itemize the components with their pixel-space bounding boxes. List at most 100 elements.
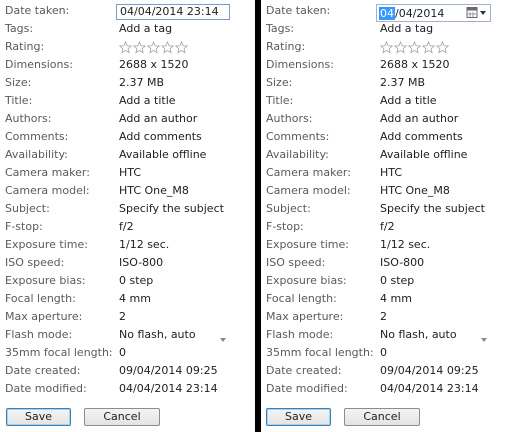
property-row-date-taken: Date taken: 04/04/2014	[261, 2, 515, 22]
comments-value[interactable]: Add comments	[119, 130, 202, 143]
property-row-camera-maker: Camera maker: HTC	[261, 164, 515, 182]
exposure-time-value: 1/12 sec.	[119, 238, 170, 251]
star-icon[interactable]	[379, 40, 394, 54]
star-icon[interactable]	[407, 40, 422, 54]
chevron-down-icon[interactable]	[480, 333, 488, 342]
property-row-flash-mode: Flash mode: No flash, auto	[261, 326, 515, 344]
property-label: Exposure bias:	[266, 274, 347, 287]
property-row-camera-maker: Camera maker: HTC	[0, 164, 255, 182]
date-taken-input[interactable]: 04/04/2014 23:14	[116, 4, 230, 20]
property-label: Availability:	[266, 148, 329, 161]
property-label: Authors:	[5, 112, 52, 125]
property-label: Tags:	[266, 22, 295, 35]
f-stop-value: f/2	[119, 220, 134, 233]
date-created-value: 09/04/2014 09:25	[380, 364, 479, 377]
property-row-focal-length: Focal length: 4 mm	[261, 290, 515, 308]
property-label: Tags:	[5, 22, 34, 35]
subject-value[interactable]: Specify the subject	[380, 202, 485, 215]
iso-speed-value: ISO-800	[119, 256, 164, 269]
property-label: Max aperture:	[266, 310, 344, 323]
size-value: 2.37 MB	[119, 76, 165, 89]
property-row-camera-model: Camera model: HTC One_M8	[261, 182, 515, 200]
date-modified-value: 04/04/2014 23:14	[119, 382, 218, 395]
property-row-iso-speed: ISO speed: ISO-800	[0, 254, 255, 272]
rating-stars[interactable]	[118, 40, 189, 54]
star-icon[interactable]	[421, 40, 436, 54]
property-row-title: Title: Add a title	[261, 92, 515, 110]
availability-value: Available offline	[380, 148, 468, 161]
properties-panel-left: Date taken: 04/04/2014 23:14 Tags: Add a ta…	[0, 0, 255, 432]
star-icon[interactable]	[435, 40, 450, 54]
max-aperture-value: 2	[380, 310, 387, 323]
property-label: Dimensions:	[266, 58, 334, 71]
tags-value[interactable]: Add a tag	[119, 22, 172, 35]
camera-maker-value: HTC	[380, 166, 403, 179]
dimensions-value: 2688 x 1520	[380, 58, 450, 71]
exposure-bias-value: 0 step	[119, 274, 154, 287]
flash-mode-value[interactable]: No flash, auto	[119, 328, 196, 341]
flash-mode-value[interactable]: No flash, auto	[380, 328, 457, 341]
property-row-f-stop: F-stop: f/2	[261, 218, 515, 236]
tags-value[interactable]: Add a tag	[380, 22, 433, 35]
property-row-exposure-bias: Exposure bias: 0 step	[0, 272, 255, 290]
property-row-comments: Comments: Add comments	[0, 128, 255, 146]
size-value: 2.37 MB	[380, 76, 426, 89]
title-value[interactable]: Add a title	[119, 94, 176, 107]
star-icon[interactable]	[160, 40, 175, 54]
property-row-tags: Tags: Add a tag	[261, 20, 515, 38]
focal-length-value: 4 mm	[380, 292, 412, 305]
property-row-rating: Rating:	[261, 38, 515, 56]
focal-35mm-value: 0	[380, 346, 387, 359]
subject-value[interactable]: Specify the subject	[119, 202, 224, 215]
property-row-max-aperture: Max aperture: 2	[261, 308, 515, 326]
star-icon[interactable]	[174, 40, 189, 54]
authors-value[interactable]: Add an author	[380, 112, 458, 125]
calendar-dropdown-icon[interactable]	[466, 6, 488, 20]
property-label: Dimensions:	[5, 58, 73, 71]
property-row-authors: Authors: Add an author	[0, 110, 255, 128]
property-label: Exposure bias:	[5, 274, 86, 287]
property-label: Date modified:	[5, 382, 87, 395]
property-row-date-modified: Date modified: 04/04/2014 23:14	[261, 380, 515, 398]
star-icon[interactable]	[132, 40, 147, 54]
selected-date-segment[interactable]: 04	[379, 7, 395, 20]
property-row-exposure-time: Exposure time: 1/12 sec.	[261, 236, 515, 254]
property-label: Size:	[5, 76, 32, 89]
property-row-iso-speed: ISO speed: ISO-800	[261, 254, 515, 272]
save-button[interactable]: Save	[6, 408, 71, 426]
property-label: F-stop:	[5, 220, 43, 233]
property-label: 35mm focal length:	[266, 346, 374, 359]
property-row-availability: Availability: Available offline	[0, 146, 255, 164]
property-row-focal-35mm: 35mm focal length: 0	[0, 344, 255, 362]
property-row-comments: Comments: Add comments	[261, 128, 515, 146]
property-label: Date taken:	[5, 4, 70, 17]
rating-stars[interactable]	[379, 40, 450, 54]
chevron-down-icon[interactable]	[219, 333, 227, 342]
property-label: Date taken:	[266, 4, 331, 17]
exposure-bias-value: 0 step	[380, 274, 415, 287]
authors-value[interactable]: Add an author	[119, 112, 197, 125]
dimensions-value: 2688 x 1520	[119, 58, 189, 71]
property-row-dimensions: Dimensions: 2688 x 1520	[261, 56, 515, 74]
max-aperture-value: 2	[119, 310, 126, 323]
property-label: Rating:	[5, 40, 45, 53]
date-remainder: /04/2014	[395, 7, 445, 20]
property-label: Focal length:	[266, 292, 337, 305]
property-row-date-modified: Date modified: 04/04/2014 23:14	[0, 380, 255, 398]
date-modified-value: 04/04/2014 23:14	[380, 382, 479, 395]
star-icon[interactable]	[393, 40, 408, 54]
property-label: Date created:	[5, 364, 81, 377]
star-icon[interactable]	[118, 40, 133, 54]
cancel-button[interactable]: Cancel	[84, 408, 160, 426]
property-row-subject: Subject: Specify the subject	[0, 200, 255, 218]
save-button[interactable]: Save	[266, 408, 331, 426]
property-row-subject: Subject: Specify the subject	[261, 200, 515, 218]
star-icon[interactable]	[146, 40, 161, 54]
property-label: Camera model:	[5, 184, 90, 197]
comments-value[interactable]: Add comments	[380, 130, 463, 143]
property-label: Date modified:	[266, 382, 348, 395]
title-value[interactable]: Add a title	[380, 94, 437, 107]
cancel-button[interactable]: Cancel	[344, 408, 420, 426]
property-label: Max aperture:	[5, 310, 83, 323]
property-row-dimensions: Dimensions: 2688 x 1520	[0, 56, 255, 74]
